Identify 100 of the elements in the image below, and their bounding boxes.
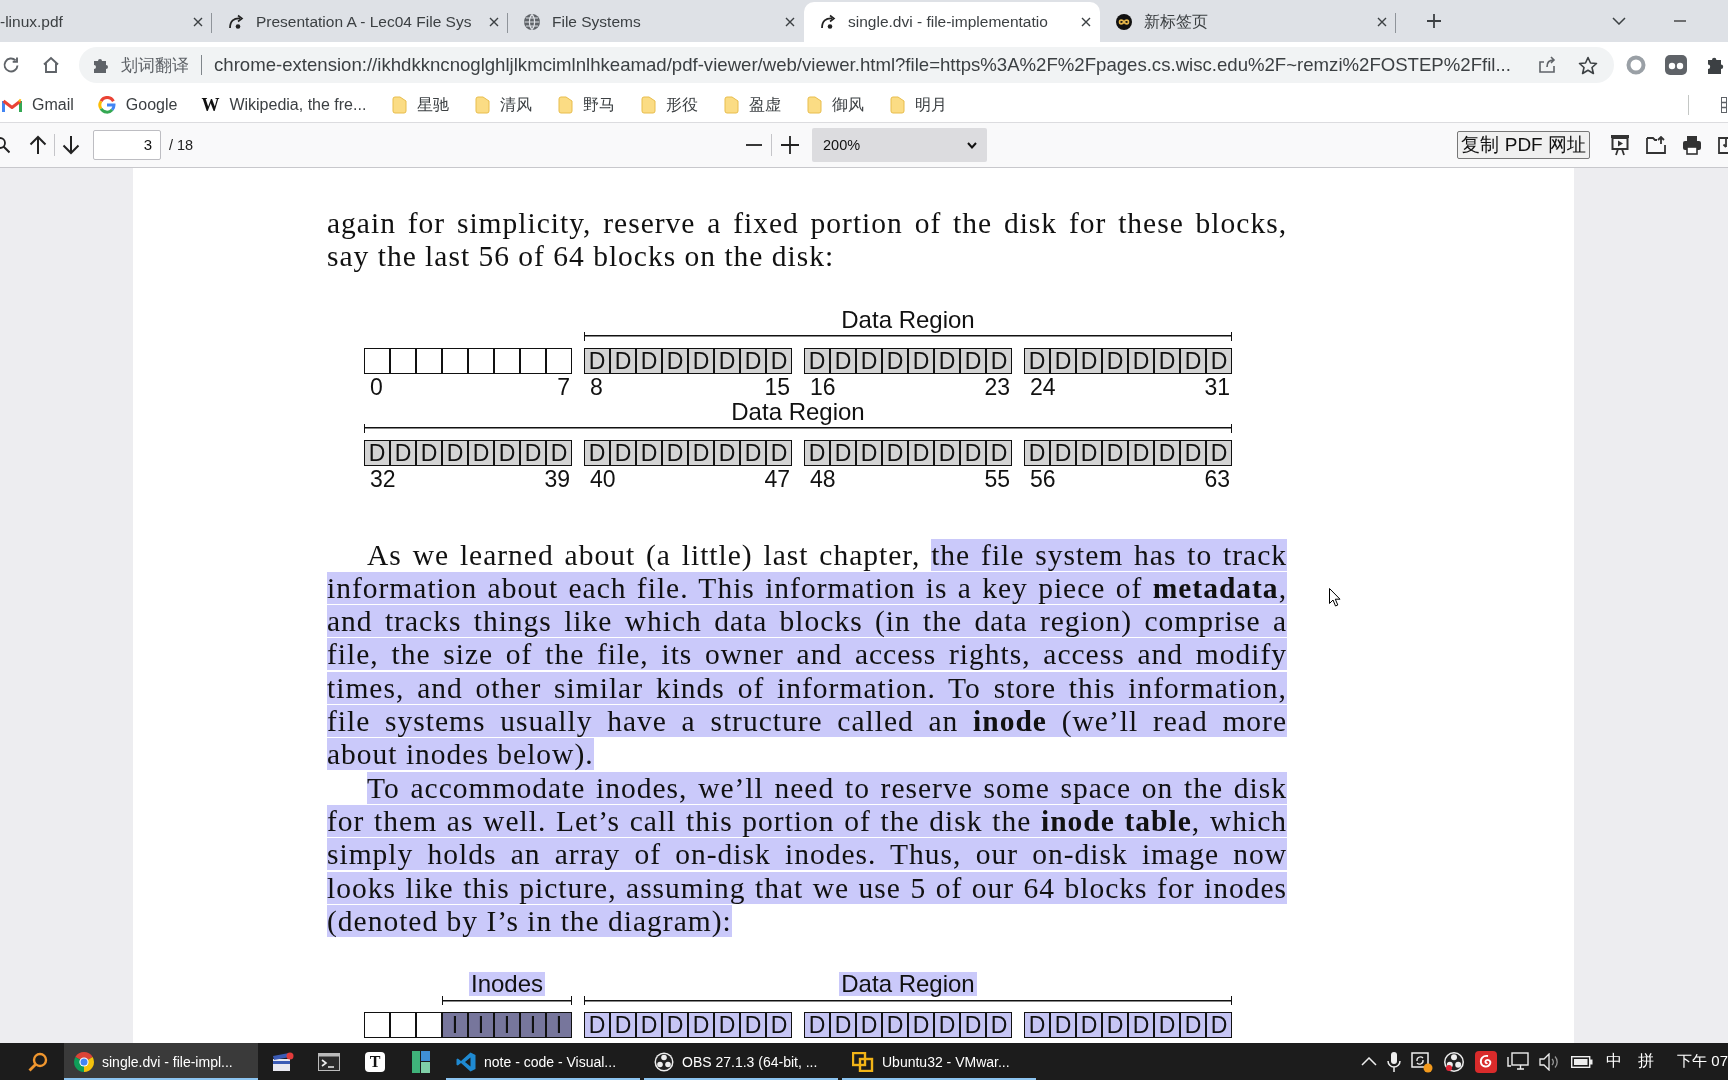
disk-block: D	[610, 347, 636, 374]
glasses-icon[interactable]	[1665, 55, 1687, 75]
disk-block: D	[1050, 1012, 1076, 1039]
grid-icon[interactable]	[1721, 97, 1727, 113]
disk-block: D	[934, 439, 960, 466]
bookmark[interactable]: 盈虚	[722, 94, 782, 116]
bookmark[interactable]: 野马	[556, 94, 616, 116]
disk-block: D	[1102, 439, 1128, 466]
disk-block: I	[468, 1012, 494, 1039]
disk-block: D	[740, 1012, 766, 1039]
disk-block: D	[636, 347, 662, 374]
disk-block	[494, 347, 520, 374]
curved-arrow-icon	[228, 14, 244, 30]
page-count: / 18	[169, 137, 194, 153]
disk-block: D	[934, 347, 960, 374]
taskbar-app[interactable]: single.dvi - file-impl...	[64, 1043, 258, 1080]
disk-block: D	[882, 1012, 908, 1039]
zoom-in-icon[interactable]	[781, 136, 799, 154]
disk-block: D	[830, 439, 856, 466]
bookmark[interactable]: 星驰	[390, 94, 450, 116]
folder-icon	[475, 96, 491, 114]
bookmark[interactable]: 形役	[639, 94, 699, 116]
disk-block: D	[1128, 1012, 1154, 1039]
disk-block: D	[856, 347, 882, 374]
disk-block: D	[882, 439, 908, 466]
presentation-icon[interactable]	[1610, 134, 1630, 156]
disk-block: D	[688, 1012, 714, 1039]
taskbar-app[interactable]: OBS 27.1.3 (64-bit, ...	[644, 1043, 838, 1080]
search-icon[interactable]	[0, 136, 10, 154]
music-app-icon[interactable]	[1475, 1050, 1498, 1073]
bookmark[interactable]: 明月	[888, 94, 948, 116]
open-file-icon[interactable]	[1646, 136, 1666, 154]
down-arrow-icon[interactable]	[62, 135, 80, 155]
bookmark[interactable]: W Wikipedia, the fre...	[201, 96, 367, 114]
disk-block: D	[584, 1012, 610, 1039]
disk-block: D	[740, 439, 766, 466]
region-label: Data Region	[730, 399, 866, 424]
battery-icon[interactable]	[1571, 1055, 1594, 1068]
search-icon[interactable]	[28, 1051, 48, 1072]
disk-block: D	[636, 439, 662, 466]
home-icon[interactable]	[42, 56, 60, 74]
star-icon[interactable]	[1578, 55, 1598, 75]
chevron-down-icon[interactable]	[1612, 17, 1626, 25]
close-icon[interactable]	[1377, 17, 1387, 27]
disk-block: D	[830, 1012, 856, 1039]
taskbar-app[interactable]: note - code - Visual...	[446, 1043, 640, 1080]
browser-tab[interactable]: single.dvi - file-implementatio	[804, 2, 1100, 42]
puzzle-icon[interactable]	[93, 57, 109, 73]
input-mode[interactable]: 拼	[1635, 1051, 1658, 1072]
disk-block: D	[1024, 1012, 1050, 1039]
input-language[interactable]: 中	[1603, 1051, 1626, 1072]
close-icon[interactable]	[785, 17, 795, 27]
up-arrow-icon[interactable]	[29, 135, 47, 155]
address-bar[interactable]: 划词翻译 chrome-extension://ikhdkkncnoglghljlkmcimlnlhkeamad/pdf-viewer/web/viewer.html?file=https%3A%2F%2Fpages.cs.wisc.edu%2F~remzi%2FOSTEP%2Ffil...	[79, 47, 1614, 83]
block-number: 7	[557, 373, 570, 400]
bookmark[interactable]: Google	[97, 96, 178, 114]
close-icon[interactable]	[489, 17, 499, 27]
browser-tab[interactable]: -linux.pdf	[0, 2, 212, 42]
print-icon[interactable]	[1682, 135, 1702, 155]
taskbar-app[interactable]: T	[352, 1043, 398, 1080]
new-tab-icon[interactable]	[1427, 14, 1441, 28]
bookmark[interactable]: 御风	[805, 94, 865, 116]
ring-icon[interactable]	[1626, 55, 1646, 75]
disk-block: D	[804, 1012, 830, 1039]
disk-block: D	[830, 347, 856, 374]
page-number-field[interactable]: 3	[93, 130, 161, 160]
download-icon[interactable]	[1718, 136, 1728, 154]
network-icon[interactable]	[1507, 1051, 1530, 1072]
close-icon[interactable]	[193, 17, 203, 27]
infinity-icon	[1116, 14, 1132, 30]
microphone-icon[interactable]	[1387, 1050, 1402, 1073]
browser-tab[interactable]: 新标签页	[1100, 2, 1396, 42]
disk-block: D	[494, 439, 520, 466]
copy-url-button[interactable]: 复制 PDF 网址	[1457, 131, 1590, 159]
zoom-select[interactable]: 200%	[812, 128, 987, 162]
share-icon[interactable]	[1538, 56, 1556, 74]
disk-block: D	[1154, 439, 1180, 466]
taskbar-app[interactable]: Ubuntu32 - VMwar...	[842, 1043, 1036, 1080]
folder-icon	[807, 96, 823, 114]
code-editor-icon	[456, 1051, 476, 1072]
disk-block: D	[908, 1012, 934, 1039]
sync-icon[interactable]	[1411, 1050, 1434, 1073]
caret-up-icon[interactable]	[1361, 1057, 1378, 1066]
bookmark[interactable]: 清风	[473, 94, 533, 116]
disk-block: D	[986, 439, 1012, 466]
disk-block: D	[960, 347, 986, 374]
clock[interactable]: 下午 07	[1677, 1052, 1728, 1071]
disk-block: D	[546, 439, 572, 466]
disk-block: D	[908, 347, 934, 374]
browser-tab[interactable]: File Systems	[508, 2, 804, 42]
close-icon[interactable]	[1081, 17, 1091, 27]
folder-icon	[641, 96, 657, 114]
reload-icon[interactable]	[2, 56, 20, 74]
disk-block: D	[636, 1012, 662, 1039]
disk-block: D	[520, 439, 546, 466]
puzzle-icon[interactable]	[1707, 56, 1725, 74]
browser-tab[interactable]: Presentation A - Lec04 File Sys	[212, 2, 508, 42]
disk-block: D	[1206, 439, 1232, 466]
bookmark[interactable]: Gmail	[2, 96, 74, 114]
obs-icon[interactable]	[1443, 1050, 1466, 1073]
